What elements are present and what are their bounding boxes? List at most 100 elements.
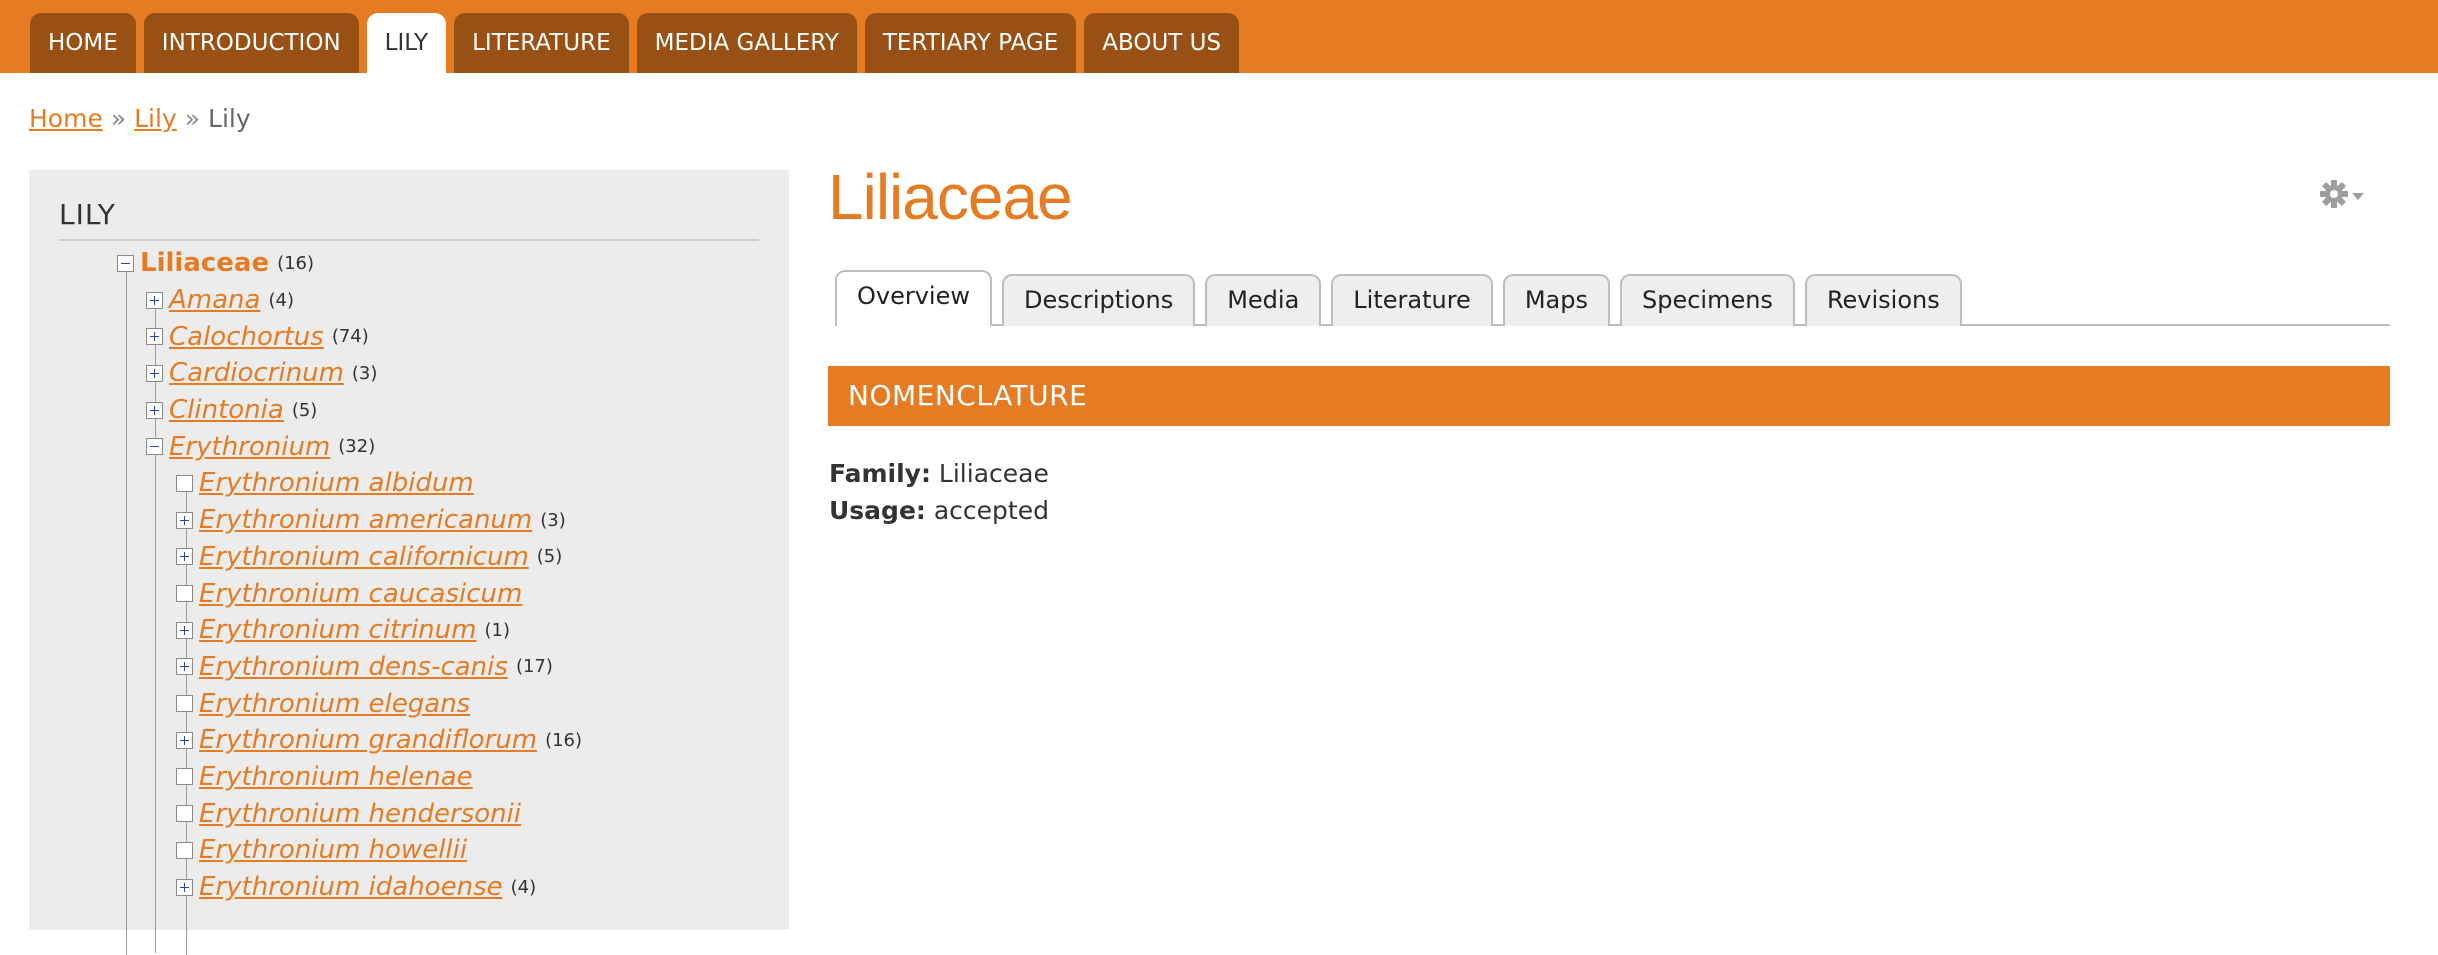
tree-node: Clintonia (5): [146, 392, 582, 429]
tree-node: Erythronium albidum: [176, 465, 582, 502]
tree-node: Amana (4): [146, 282, 582, 319]
expand-icon[interactable]: [146, 328, 163, 346]
tree-node: Erythronium (32): [146, 428, 582, 465]
tab-overview[interactable]: Overview: [835, 270, 992, 326]
tab-maps[interactable]: Maps: [1502, 274, 1610, 326]
nav-tab-lily[interactable]: LILY: [366, 13, 447, 73]
field-label: Family:: [829, 459, 931, 488]
field-label: Usage:: [829, 496, 926, 525]
expand-icon[interactable]: [176, 511, 193, 529]
nav-tab-about-us[interactable]: ABOUT US: [1084, 13, 1240, 73]
nav-tab-tertiary-page[interactable]: TERTIARY PAGE: [864, 13, 1077, 73]
tree-link[interactable]: Erythronium hendersonii: [199, 799, 521, 829]
nav-tab-media-gallery[interactable]: MEDIA GALLERY: [636, 13, 857, 73]
expand-icon[interactable]: [146, 291, 163, 309]
breadcrumb-separator: »: [110, 104, 127, 133]
gear-icon[interactable]: [2320, 178, 2374, 214]
nav-tab-literature[interactable]: LITERATURE: [454, 13, 629, 73]
collapse-icon[interactable]: [117, 254, 134, 272]
tree-link[interactable]: Calochortus: [169, 322, 324, 352]
leaf-node-icon: [176, 841, 193, 859]
tree-link-liliaceae[interactable]: Liliaceae: [140, 248, 269, 278]
leaf-node-icon: [176, 585, 193, 603]
tree-node: Erythronium caucasicum: [176, 575, 582, 612]
tree-link[interactable]: Erythronium dens-canis: [199, 652, 508, 682]
leaf-node-icon: [176, 695, 193, 713]
expand-icon[interactable]: [176, 878, 193, 896]
tree-node: Cardiocrinum (3): [146, 355, 582, 392]
field-usage: Usage: accepted: [829, 492, 1049, 529]
field-family: Family: Liliaceae: [829, 455, 1049, 492]
tree-node: Erythronium grandiflorum (16): [176, 722, 582, 759]
leaf-node-icon: [176, 474, 193, 492]
tree-count: (3): [351, 362, 378, 384]
tree-link[interactable]: Erythronium grandiflorum: [199, 725, 537, 755]
breadcrumb-separator: »: [184, 104, 201, 133]
tree-link[interactable]: Erythronium helenae: [199, 762, 473, 792]
tree-connector-line: [126, 255, 127, 955]
section-heading-nomenclature: NOMENCLATURE: [828, 366, 2390, 426]
nav-tab-home[interactable]: HOME: [30, 13, 136, 73]
page-title: Liliaceae: [828, 161, 1073, 233]
tree-genera-list: Amana (4) Calochortus (74) Cardiocrinum (3) Cl…: [146, 282, 582, 465]
tree-count: (4): [268, 289, 294, 311]
tree-link[interactable]: Erythronium elegans: [199, 689, 470, 719]
tree-link[interactable]: Cardiocrinum: [169, 358, 344, 388]
collapse-icon[interactable]: [146, 438, 163, 456]
breadcrumb-lily-link[interactable]: Lily: [134, 104, 177, 133]
taxonomy-tree: Liliaceae (16) Amana (4) Calochortus (74) Ca…: [115, 245, 582, 955]
tree-node: Erythronium californicum (5): [176, 539, 582, 576]
tree-link[interactable]: Erythronium caucasicum: [199, 579, 522, 609]
tree-count: (5): [291, 399, 318, 421]
breadcrumb: Home» Lily» Lily: [29, 104, 251, 133]
field-value: accepted: [933, 496, 1049, 525]
breadcrumb-current: Lily: [208, 104, 251, 133]
nav-tab-introduction[interactable]: INTRODUCTION: [143, 13, 359, 73]
breadcrumb-home-link[interactable]: Home: [29, 104, 103, 133]
expand-icon[interactable]: [146, 364, 163, 382]
tab-media[interactable]: Media: [1205, 274, 1322, 326]
tree-link[interactable]: Erythronium californicum: [199, 542, 529, 572]
tree-node: Erythronium citrinum (1): [176, 612, 582, 649]
tree-link[interactable]: Erythronium: [169, 432, 330, 462]
expand-icon[interactable]: [176, 548, 193, 566]
field-value: Liliaceae: [938, 459, 1049, 488]
tree-count: (32): [338, 436, 376, 458]
tree-link[interactable]: Erythronium citrinum: [199, 615, 476, 645]
tree-node: Erythronium dens-canis (17): [176, 649, 582, 686]
leaf-node-icon: [176, 805, 193, 823]
tree-link[interactable]: Amana: [169, 285, 260, 315]
expand-icon[interactable]: [176, 621, 193, 639]
top-navigation-bar: HOME INTRODUCTION LILY LITERATURE MEDIA …: [0, 0, 2438, 73]
tree-node: Calochortus (74): [146, 318, 582, 355]
tree-count: (74): [331, 326, 369, 348]
expand-icon[interactable]: [176, 731, 193, 749]
taxonomy-tree-panel: LILY Liliaceae (16) Amana (4) Calochortus (…: [29, 170, 789, 955]
tree-link[interactable]: Erythronium albidum: [199, 468, 474, 498]
tree-link[interactable]: Erythronium howellii: [199, 835, 467, 865]
tree-node: Erythronium helenae: [176, 759, 582, 796]
tree-count: (3): [540, 509, 566, 531]
nomenclature-fields: Family: Liliaceae Usage: accepted: [829, 455, 1049, 529]
tree-count: (16): [277, 252, 315, 274]
tree-count: (5): [536, 546, 563, 568]
tree-link[interactable]: Clintonia: [169, 395, 284, 425]
tree-link[interactable]: Erythronium americanum: [199, 505, 532, 535]
tree-node: Erythronium idahoense (4): [176, 869, 582, 906]
tab-literature[interactable]: Literature: [1331, 274, 1493, 326]
expand-icon[interactable]: [176, 658, 193, 676]
expand-icon[interactable]: [146, 401, 163, 419]
tree-species-list: Erythronium albidum Erythronium americanu…: [176, 465, 582, 905]
content-tabs: Overview Descriptions Media Literature M…: [835, 270, 2390, 326]
tree-panel-title: LILY: [59, 198, 759, 241]
tab-revisions[interactable]: Revisions: [1804, 274, 1962, 326]
tab-specimens[interactable]: Specimens: [1619, 274, 1795, 326]
tree-count: (1): [484, 619, 510, 641]
tree-link[interactable]: Erythronium idahoense: [199, 872, 503, 902]
tab-descriptions[interactable]: Descriptions: [1002, 274, 1196, 326]
tree-node-root: Liliaceae (16): [117, 245, 582, 282]
tree-count: (16): [545, 729, 583, 751]
tree-node: Erythronium elegans: [176, 685, 582, 722]
tree-count: (17): [515, 656, 553, 678]
tree-count: (4): [510, 876, 537, 898]
